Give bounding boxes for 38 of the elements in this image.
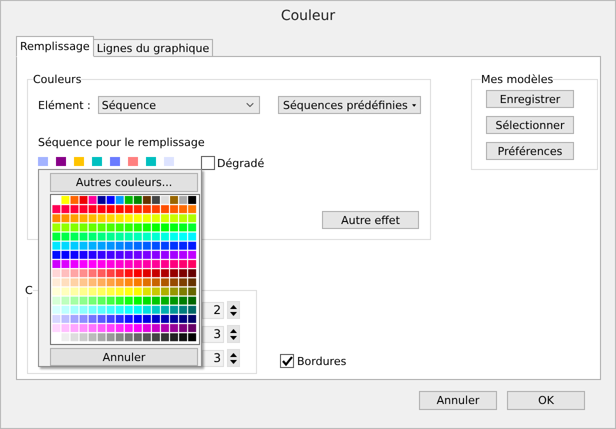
sequence-label: Séquence pour le remplissage	[38, 136, 206, 149]
group-title: Mes modèles	[481, 73, 554, 86]
spin-buttons-icon[interactable]	[227, 301, 240, 319]
field-label: Elément :	[38, 98, 91, 112]
presets-button[interactable]: Séquences prédéfinies	[278, 96, 421, 114]
color-swatch[interactable]	[146, 157, 156, 166]
caret-icon	[412, 104, 416, 106]
gradient-checkbox[interactable]	[201, 156, 215, 170]
checkbox-label: Dégradé	[217, 156, 264, 170]
group-title: Couleurs	[33, 73, 82, 86]
number-field[interactable]: 3	[202, 350, 224, 366]
cancel-button[interactable]: Annuler	[50, 348, 198, 366]
number-field[interactable]: 3	[202, 326, 224, 342]
spin-buttons-icon[interactable]	[227, 325, 240, 343]
window-title: Couleur	[280, 8, 336, 24]
dialog-button[interactable]: OK	[507, 391, 585, 410]
template-button[interactable]: Enregistrer	[486, 90, 574, 108]
borders-checkbox[interactable]	[280, 354, 294, 368]
tab[interactable]: Remplissage	[16, 36, 94, 57]
group-title: C	[25, 284, 33, 297]
dialog-button[interactable]: Annuler	[419, 391, 497, 410]
number-field[interactable]: 2	[202, 302, 224, 318]
color-swatch[interactable]	[164, 157, 174, 166]
color-swatch[interactable]	[56, 157, 66, 166]
template-button[interactable]: Sélectionner	[486, 116, 574, 134]
spin-buttons-icon[interactable]	[227, 349, 240, 367]
checkbox-label: Bordures	[297, 354, 346, 368]
more-colors-button[interactable]: Autres couleurs...	[50, 173, 198, 192]
element-dropdown[interactable]: Séquence	[98, 96, 260, 114]
template-button[interactable]: Préférences	[486, 142, 574, 160]
color-palette-drawing[interactable]	[50, 194, 200, 346]
color-swatch[interactable]	[110, 157, 120, 166]
color-swatch[interactable]	[92, 157, 102, 166]
color-swatch[interactable]	[128, 157, 138, 166]
color-swatch[interactable]	[38, 157, 48, 166]
color-swatch[interactable]	[74, 157, 84, 166]
effect-button[interactable]: Autre effet	[322, 211, 419, 229]
tab[interactable]: Lignes du graphique	[92, 39, 214, 56]
